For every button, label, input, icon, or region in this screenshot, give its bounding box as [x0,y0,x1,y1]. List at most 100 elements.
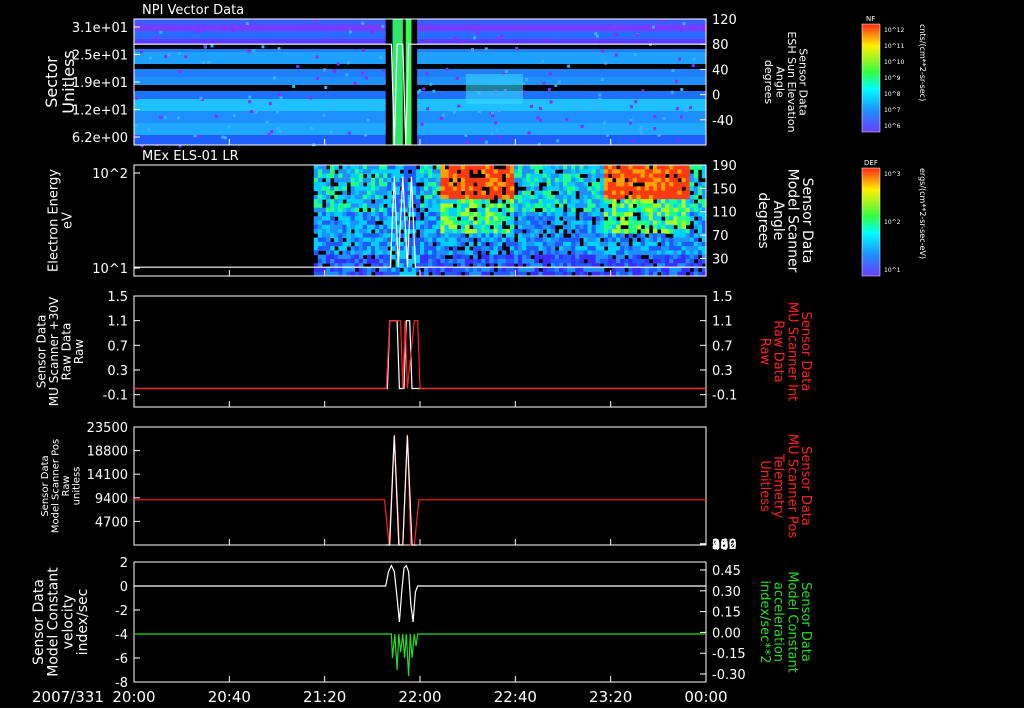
heat-cell [627,99,631,103]
heat-cell [583,207,589,213]
tick-label: 3.1e+01 [72,21,128,36]
heat-cell [685,190,691,196]
heat-cell [387,211,392,217]
heat-cell [362,203,368,209]
colorbar-unit: ergs/(cm**2-sr-sec-eV) [918,168,927,259]
heat-cell [391,267,396,273]
heat-cell [689,211,695,217]
heat-cell [509,190,515,196]
heat-cell [358,250,364,256]
heat-cell [428,39,432,43]
heat-cell [624,241,629,247]
heat-cell [415,173,421,179]
heat-cell [346,224,352,230]
heat-cell [350,190,356,196]
heat-cell [685,182,691,187]
heat-cell [513,177,519,183]
heat-cell [509,173,515,179]
heat-cell [550,199,556,204]
heat-cell [497,182,503,187]
heat-cell [428,165,433,170]
heat-cell [432,199,437,204]
heat-cell [440,169,446,175]
heat-cell [591,237,597,243]
heat-cell [624,207,629,213]
heat-cell [632,194,638,200]
heat-cell [640,267,646,273]
heat-cell [587,246,593,251]
heat-cell [350,267,356,273]
heat-cell [481,211,486,217]
heat-cell [342,194,347,200]
heat-cell [518,203,523,209]
heat-cell [453,36,457,40]
y-axis-label-line: Sensor Data [31,579,47,665]
heat-cell [681,173,687,179]
heat-cell [563,211,568,217]
heat-cell [465,140,469,144]
heat-cell [689,177,695,183]
heat-cell [383,233,388,239]
heat-cell [689,254,695,260]
heat-cell [587,190,593,196]
heat-cell [495,37,499,41]
heat-cell [526,182,531,187]
heat-cell [248,95,252,99]
heat-cell [317,258,323,264]
heat-cell [477,194,482,200]
heat-cell [591,224,597,230]
colorbar-gradient [861,167,881,277]
heat-cell [579,224,584,230]
heat-cell [375,211,380,217]
y-axis-label-line: Unitless [59,50,78,114]
heat-cell [652,237,658,243]
heat-cell [603,173,609,179]
heat-cell [563,199,568,204]
heat-cell [603,182,609,187]
heat-cell [599,199,605,204]
heat-cell [245,21,249,25]
heat-cell [330,233,335,239]
heat-cell [501,211,507,217]
heat-cell [338,216,343,221]
heat-cell [326,254,331,260]
heat-cell [673,250,678,256]
heat-cell [571,177,576,183]
heat-cell [673,216,678,221]
heat-cell [420,246,425,251]
heat-cell [509,194,515,200]
heat-cell [636,258,642,264]
heat-cell [612,207,617,213]
heat-cell [317,165,323,170]
colorbar-tag: DEF [864,159,878,167]
heat-cell [489,258,495,264]
heat-cell [370,165,376,170]
heat-cell [338,199,343,204]
heat-cell [382,68,386,72]
heat-cell [685,173,691,179]
heat-cell [607,199,613,204]
heat-cell [387,203,392,209]
heat-cell [546,254,552,260]
heat-cell [595,250,601,256]
heat-cell [477,216,482,221]
heat-cell [321,169,327,175]
heat-cell [697,165,703,170]
heat-cell [505,216,511,221]
heat-cell [587,173,593,179]
heat-cell [702,28,706,32]
right-axis-label-line: Sensor Data [799,178,815,264]
heat-cell [469,186,474,192]
heat-cell [632,186,638,192]
heat-cell [350,186,356,192]
heat-cell [665,224,670,230]
heat-cell [440,250,446,256]
heat-cell [693,220,699,226]
heat-cell [338,220,343,226]
heat-cell [456,229,462,234]
heat-cell [599,267,605,273]
heat-cell [366,211,372,217]
heat-cell [358,182,364,187]
heat-cell [379,258,384,264]
heat-cell [554,250,560,256]
